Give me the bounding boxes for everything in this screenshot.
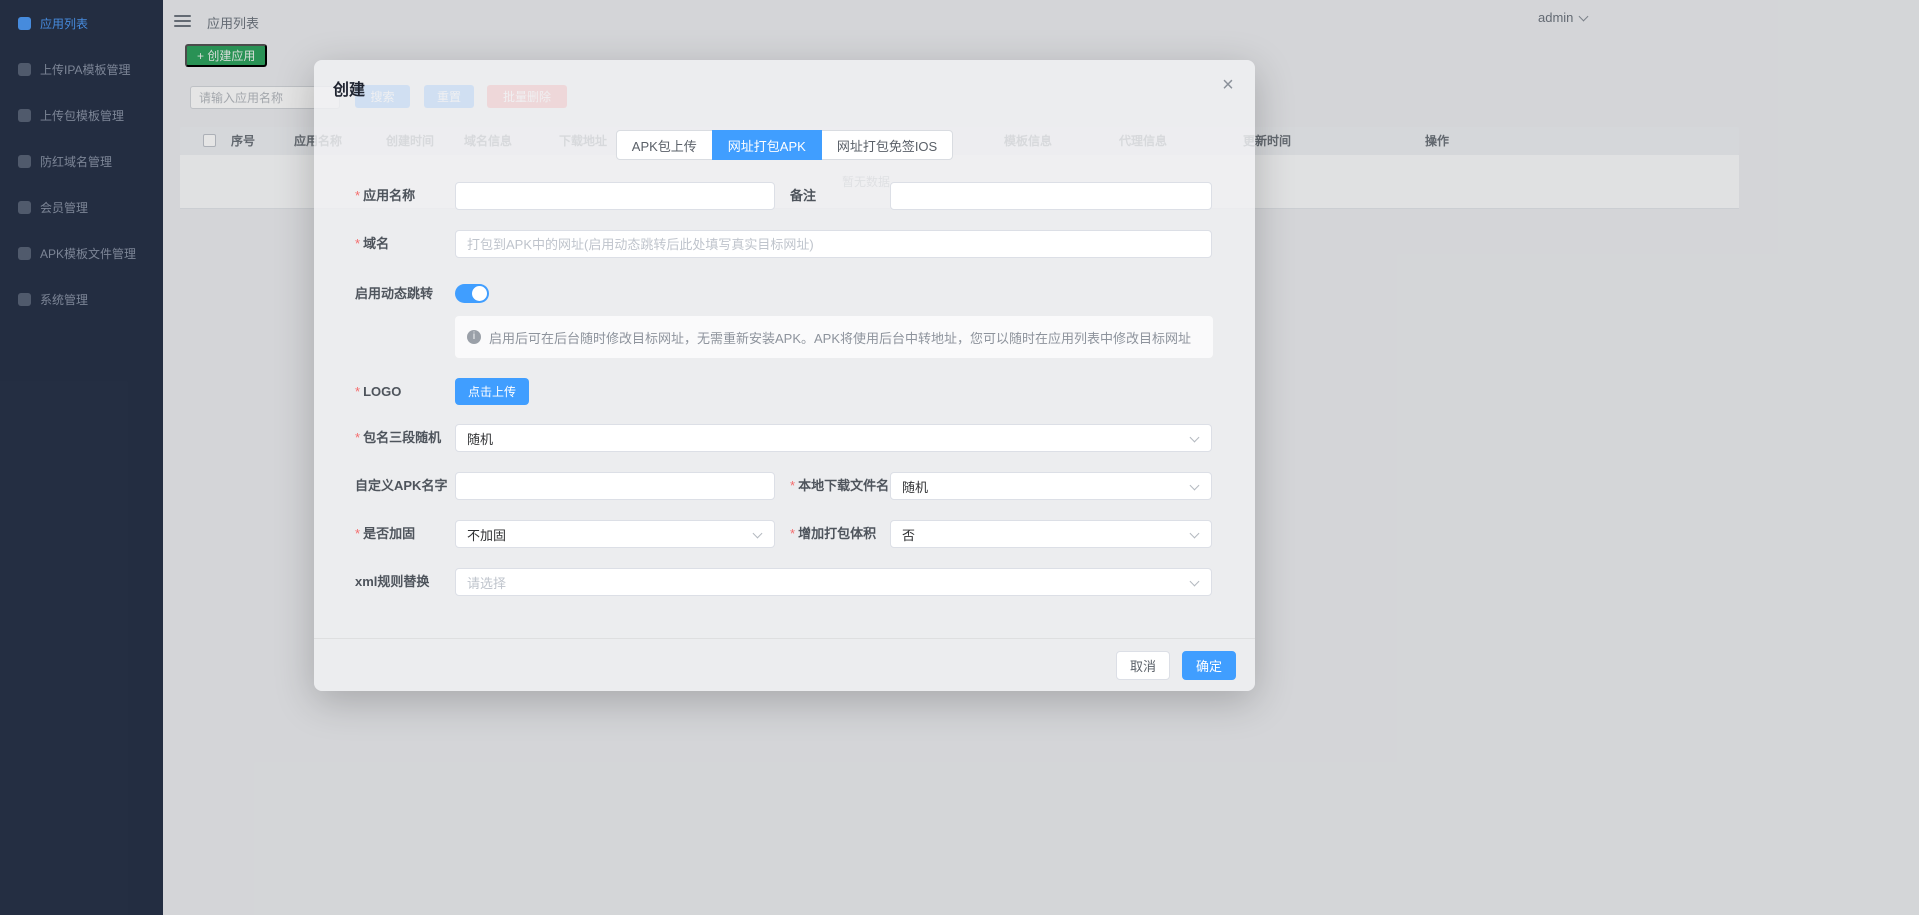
tab-url-to-ios[interactable]: 网址打包免签IOS [821, 130, 953, 160]
toggle-knob [472, 286, 487, 301]
chevron-down-icon [1190, 577, 1200, 587]
required-asterisk: * [355, 526, 360, 541]
dialog-footer: 取消 确定 [314, 638, 1255, 691]
package-size-select[interactable]: 否 [890, 520, 1212, 548]
dynamic-redirect-tip: i 启用后可在后台随时修改目标网址，无需重新安装APK。APK将使用后台中转地址… [455, 316, 1213, 358]
dynamic-redirect-label: 启用动态跳转 [355, 282, 433, 306]
remark-label: 备注 [790, 182, 816, 210]
custom-apk-name-label: 自定义APK名字 [355, 472, 447, 500]
xml-rule-label: xml规则替换 [355, 568, 429, 596]
chevron-down-icon [1190, 481, 1200, 491]
package-size-label: *增加打包体积 [790, 520, 876, 548]
chevron-down-icon [1190, 529, 1200, 539]
chevron-down-icon [753, 529, 763, 539]
info-icon: i [467, 330, 481, 344]
create-dialog: 创建 × APK包上传 网址打包APK 网址打包免签IOS *应用名称 备注 *… [314, 60, 1255, 691]
required-asterisk: * [790, 526, 795, 541]
packaging-mode-tabs: APK包上传 网址打包APK 网址打包免签IOS [314, 130, 1255, 160]
required-asterisk: * [355, 384, 360, 399]
cancel-button[interactable]: 取消 [1116, 651, 1170, 680]
package-name-label: *包名三段随机 [355, 424, 441, 452]
harden-select[interactable]: 不加固 [455, 520, 775, 548]
chevron-down-icon [1190, 433, 1200, 443]
tip-text: 启用后可在后台随时修改目标网址，无需重新安装APK。APK将使用后台中转地址，您… [489, 328, 1191, 347]
logo-label: *LOGO [355, 378, 401, 405]
dynamic-redirect-toggle[interactable] [455, 284, 489, 303]
remark-input[interactable] [890, 182, 1212, 210]
required-asterisk: * [790, 478, 795, 493]
local-filename-select[interactable]: 随机 [890, 472, 1212, 500]
required-asterisk: * [355, 430, 360, 445]
domain-label: *域名 [355, 230, 389, 258]
tab-apk-upload[interactable]: APK包上传 [616, 130, 713, 160]
app-name-input[interactable] [455, 182, 775, 210]
app-name-label: *应用名称 [355, 182, 415, 210]
required-asterisk: * [355, 188, 360, 203]
required-asterisk: * [355, 236, 360, 251]
harden-label: *是否加固 [355, 520, 415, 548]
tab-url-to-apk[interactable]: 网址打包APK [712, 130, 822, 160]
domain-input[interactable] [455, 230, 1212, 258]
close-icon[interactable]: × [1213, 70, 1243, 100]
dialog-title: 创建 [333, 76, 365, 100]
confirm-button[interactable]: 确定 [1182, 651, 1236, 680]
xml-rule-select[interactable]: 请选择 [455, 568, 1212, 596]
local-filename-label: *本地下载文件名 [790, 472, 889, 500]
custom-apk-name-input[interactable] [455, 472, 775, 500]
upload-logo-button[interactable]: 点击上传 [455, 378, 529, 405]
package-name-select[interactable]: 随机 [455, 424, 1212, 452]
